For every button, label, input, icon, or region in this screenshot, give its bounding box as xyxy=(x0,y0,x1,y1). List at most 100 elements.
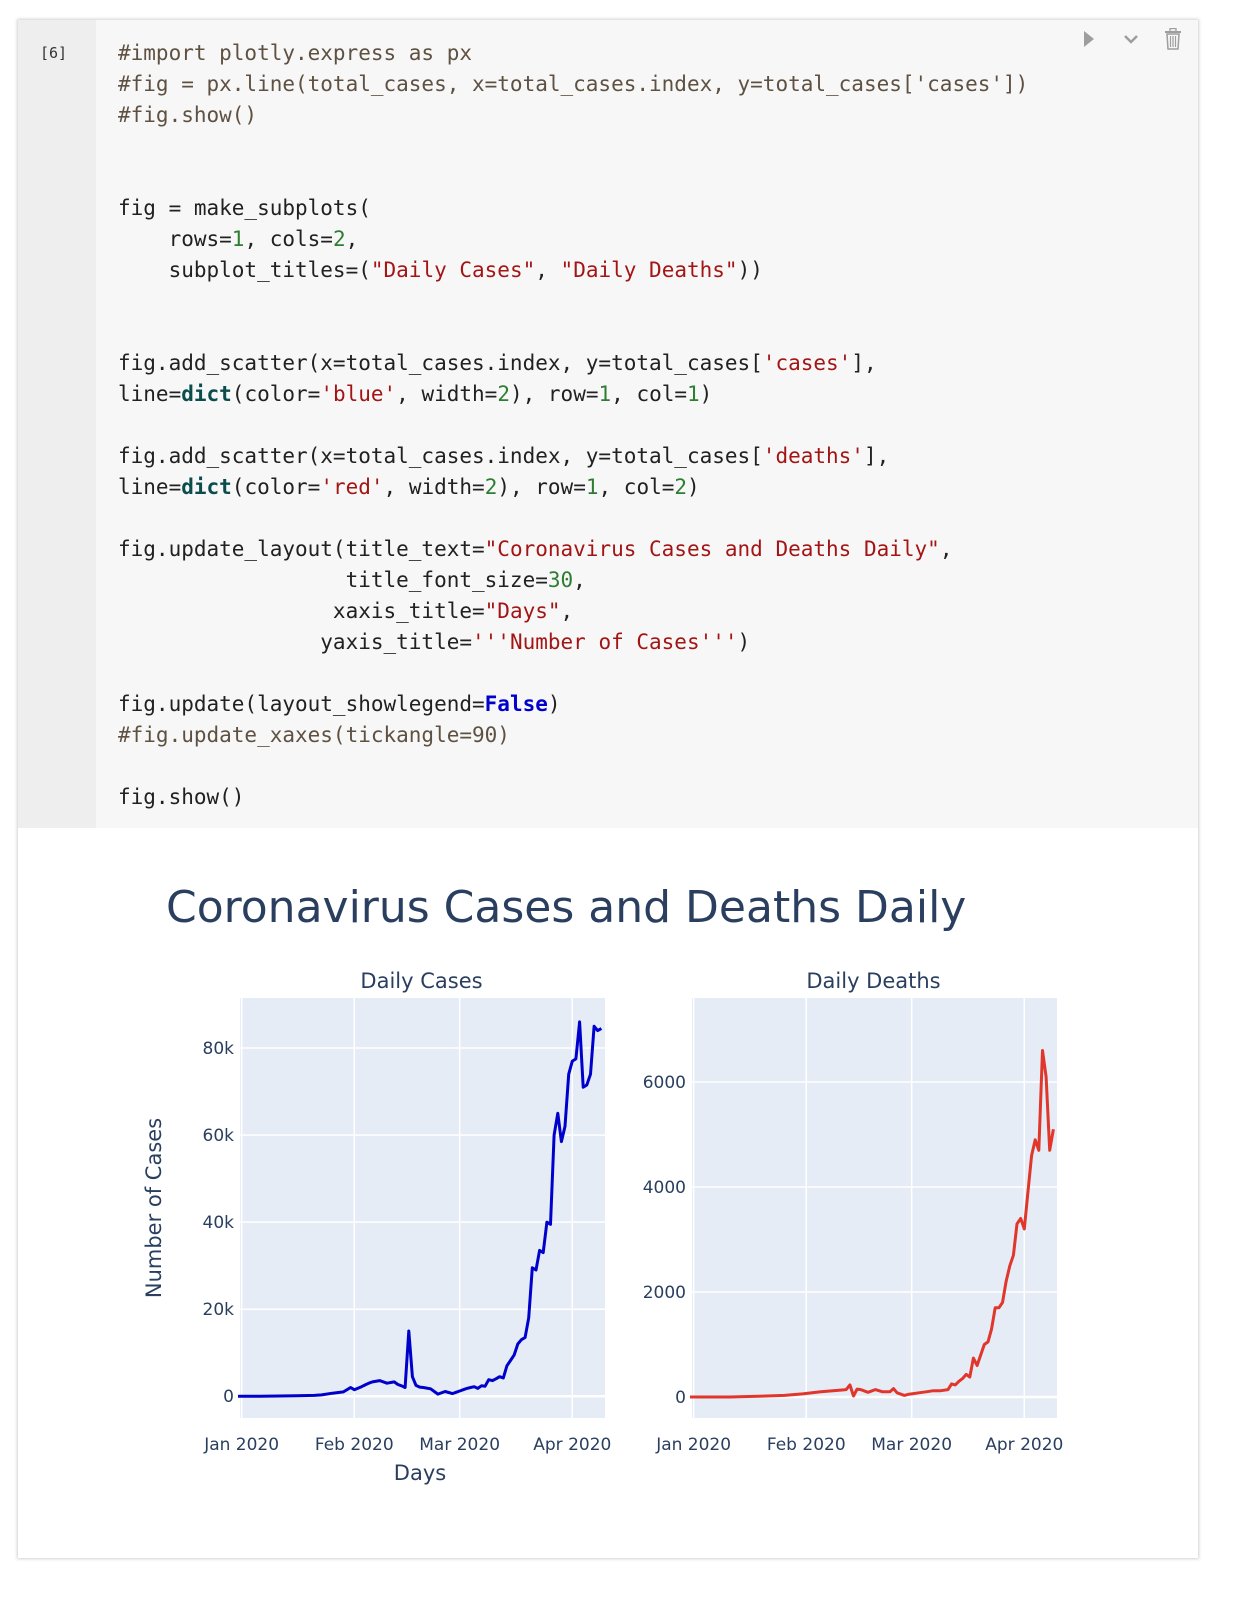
code-token: subplot_titles=( xyxy=(118,258,371,282)
code-line: #fig.update_xaxes(tickangle=90) xyxy=(118,723,510,747)
y-tick-label: 20k xyxy=(203,1300,235,1320)
code-token: 'red' xyxy=(320,475,384,499)
y-tick-label: 2000 xyxy=(643,1283,686,1303)
code-token: 'deaths' xyxy=(762,444,864,468)
execution-count: [6] xyxy=(40,44,68,62)
code-line: xaxis_title="Days", xyxy=(118,599,573,623)
code-line: line=dict(color='red', width=2), row=1, … xyxy=(118,475,700,499)
code-token: rows= xyxy=(118,227,232,251)
code-line: fig.update(layout_showlegend=False) xyxy=(118,692,561,716)
code-token: (color= xyxy=(231,475,321,499)
code-editor[interactable]: #import plotly.express as px #fig = px.l… xyxy=(118,38,1028,813)
delete-cell-button[interactable] xyxy=(1162,28,1184,50)
code-token: fig.update_layout(title_text= xyxy=(118,537,485,561)
code-token: 1 xyxy=(585,475,599,499)
code-line: #import plotly.express as px xyxy=(118,41,472,65)
subplot-daily-cases[interactable]: Daily Cases Jan 2020 Feb 2020 Mar 2020 Apr 2… xyxy=(203,969,612,1455)
cell-toolbar xyxy=(1078,28,1184,50)
x-tick-label: Jan 2020 xyxy=(655,1435,731,1455)
code-token: 1 xyxy=(231,227,245,251)
code-token: ) xyxy=(547,692,561,716)
plot-area[interactable] xyxy=(690,998,1057,1418)
code-token: , col= xyxy=(598,475,675,499)
code-token: fig.update(layout_showlegend= xyxy=(118,692,485,716)
x-tick-label: Feb 2020 xyxy=(767,1435,846,1455)
y-tick-label: 60k xyxy=(203,1126,235,1146)
code-token: ) xyxy=(687,475,700,499)
cell-gutter: [6] xyxy=(18,20,96,828)
y-tick-label: 4000 xyxy=(643,1178,686,1198)
code-line: fig.add_scatter(x=total_cases.index, y=t… xyxy=(118,351,877,375)
code-line: title_font_size=30, xyxy=(118,568,586,592)
code-token: #fig.show() xyxy=(118,103,258,127)
play-triangle-icon xyxy=(1084,31,1094,47)
code-token: ), row= xyxy=(509,382,599,406)
chevron-down-icon xyxy=(1124,35,1138,44)
code-token: 'blue' xyxy=(320,382,397,406)
code-line: fig.update_layout(title_text="Coronaviru… xyxy=(118,537,952,561)
y-tick-label: 40k xyxy=(203,1213,235,1233)
code-token: , xyxy=(573,568,586,592)
code-token: 1 xyxy=(687,382,700,406)
code-token: "Daily Cases" xyxy=(370,258,536,282)
x-tick-label: Mar 2020 xyxy=(871,1435,952,1455)
code-token: False xyxy=(484,692,548,716)
x-tick-label: Feb 2020 xyxy=(315,1435,394,1455)
code-token: 2 xyxy=(332,227,346,251)
code-line: line=dict(color='blue', width=2), row=1,… xyxy=(118,382,712,406)
code-token: line= xyxy=(118,382,182,406)
code-token: yaxis_title= xyxy=(118,630,473,654)
code-token: 'cases' xyxy=(762,351,852,375)
code-token: ) xyxy=(699,382,713,406)
y-tick-label: 6000 xyxy=(643,1073,686,1093)
y-tick-label: 0 xyxy=(223,1387,234,1407)
code-input-area[interactable]: [6] #import plotly.express as px #fig = … xyxy=(18,20,1198,828)
code-token: ) xyxy=(737,630,751,654)
code-token: title_font_size= xyxy=(118,568,548,592)
code-token: #import plotly.express as px xyxy=(118,41,473,65)
code-token: dict xyxy=(181,475,232,499)
code-line: #fig = px.line(total_cases, x=total_case… xyxy=(118,72,1028,96)
code-token: "Daily Deaths" xyxy=(560,258,738,282)
x-tick-label: Mar 2020 xyxy=(419,1435,500,1455)
code-token: , xyxy=(560,599,574,623)
code-token: (color= xyxy=(231,382,321,406)
code-token: 2 xyxy=(497,382,510,406)
code-token: #fig = px.line(total_cases, x=total_case… xyxy=(118,72,1029,96)
code-token: , width= xyxy=(396,382,498,406)
run-cell-button[interactable] xyxy=(1078,28,1100,50)
subplot-daily-deaths[interactable]: Daily Deaths Jan 2020 Feb 2020 Mar 2020 Apr … xyxy=(643,969,1064,1455)
x-tick-label: Apr 2020 xyxy=(533,1435,611,1455)
figure-title: Coronavirus Cases and Deaths Daily xyxy=(166,882,966,933)
code-token: ), row= xyxy=(497,475,586,499)
code-token: , xyxy=(535,258,561,282)
code-token: "Days" xyxy=(484,599,561,623)
x-tick-label: Jan 2020 xyxy=(203,1435,279,1455)
code-token: 1 xyxy=(598,382,612,406)
code-token: "Coronavirus Cases and Deaths Daily" xyxy=(484,537,940,561)
cell-output: Coronavirus Cases and Deaths Daily Daily… xyxy=(18,828,1198,1558)
code-token: fig.add_scatter(x=total_cases.index, y=t… xyxy=(118,444,763,468)
code-token: dict xyxy=(181,382,232,406)
code-token: , xyxy=(345,227,359,251)
y-axis-title: Number of Cases xyxy=(142,1118,166,1298)
notebook-cell[interactable]: [6] #import plotly.express as px #fig = … xyxy=(18,20,1198,1558)
code-token: fig.show() xyxy=(118,785,245,809)
code-line: yaxis_title='''Number of Cases''') xyxy=(118,630,750,654)
code-token: , width= xyxy=(383,475,485,499)
code-token: , xyxy=(939,537,953,561)
x-axis-title: Days xyxy=(394,1461,446,1485)
code-token: #fig.update_xaxes(tickangle=90) xyxy=(118,723,510,747)
collapse-cell-button[interactable] xyxy=(1120,28,1142,50)
y-tick-label: 80k xyxy=(203,1039,235,1059)
trash-icon xyxy=(1165,28,1181,50)
code-token: )) xyxy=(737,258,763,282)
code-token: , cols= xyxy=(244,227,333,251)
code-line: subplot_titles=("Daily Cases", "Daily De… xyxy=(118,258,763,282)
plotly-figure[interactable]: Coronavirus Cases and Deaths Daily Daily… xyxy=(18,828,1198,1558)
code-token: ], xyxy=(863,444,890,468)
subplot-title: Daily Deaths xyxy=(806,969,940,993)
y-tick-label: 0 xyxy=(675,1388,686,1408)
code-token: '''Number of Cases''' xyxy=(472,630,738,654)
code-token: , col= xyxy=(611,382,688,406)
